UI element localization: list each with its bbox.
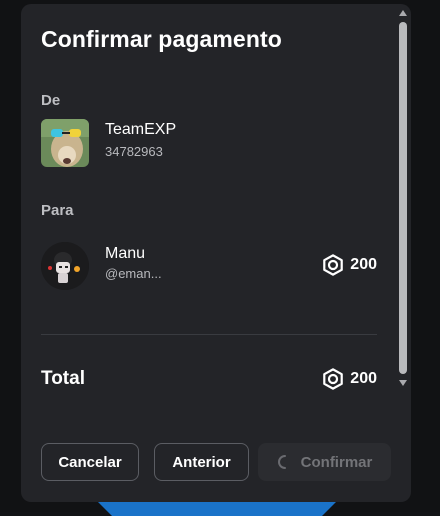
- group-avatar-image: [41, 119, 89, 167]
- confirm-button[interactable]: Confirmar: [258, 443, 391, 481]
- robux-icon: [323, 368, 344, 390]
- divider: [41, 334, 377, 335]
- cancel-button[interactable]: Cancelar: [41, 443, 139, 481]
- scrollbar-thumb[interactable]: [399, 22, 407, 374]
- total-amount: 200: [322, 368, 377, 390]
- recipient-amount: 200: [322, 254, 377, 276]
- group-avatar: [41, 119, 89, 167]
- recipient-avatar-image: [41, 242, 89, 290]
- from-section-label: De: [41, 92, 61, 109]
- payment-confirm-dialog: Confirmar pagamento De TeamEXP 34782963 …: [21, 4, 411, 502]
- previous-button[interactable]: Anterior: [154, 443, 249, 481]
- recipient-handle: @eman...: [105, 266, 162, 281]
- scroll-down-arrow-icon[interactable]: [398, 378, 408, 388]
- total-amount-value: 200: [350, 370, 377, 387]
- sender-name: TeamEXP: [105, 121, 177, 138]
- dialog-scrollbar[interactable]: [396, 6, 410, 390]
- recipient-name: Manu: [105, 245, 146, 262]
- to-section-label: Para: [41, 202, 74, 219]
- total-label: Total: [41, 368, 85, 389]
- recipient-amount-value: 200: [350, 256, 377, 273]
- dialog-title: Confirmar pagamento: [41, 26, 282, 52]
- confirm-button-label: Confirmar: [300, 453, 373, 471]
- sender-id: 34782963: [105, 144, 163, 159]
- robux-icon: [323, 254, 344, 276]
- loading-spinner-icon: [277, 455, 286, 469]
- recipient-avatar: [41, 242, 89, 290]
- scroll-up-arrow-icon[interactable]: [398, 8, 408, 18]
